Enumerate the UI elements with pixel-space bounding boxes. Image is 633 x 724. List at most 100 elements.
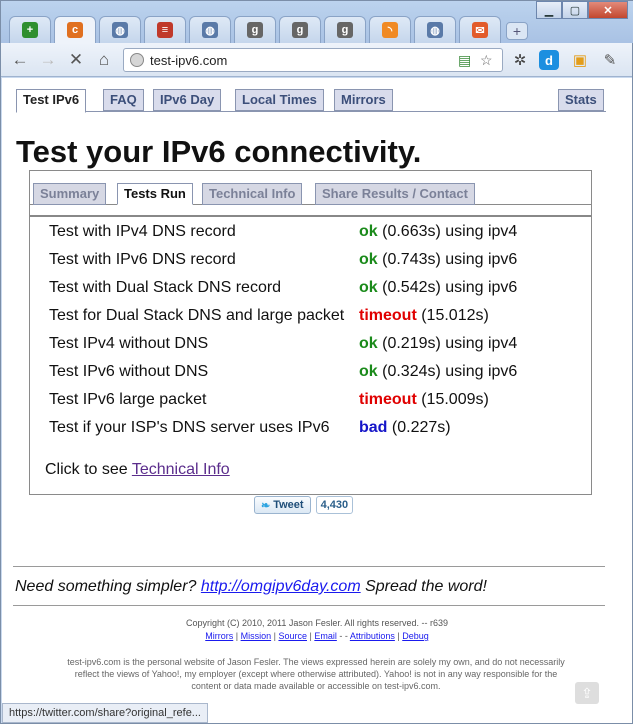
- browser-tab[interactable]: g: [324, 16, 366, 43]
- test-result: ok (0.219s) using ipv4: [359, 335, 517, 353]
- results-panel: Summary Tests Run Technical Info Share R…: [29, 170, 592, 495]
- site-tab-test-ipv6[interactable]: Test IPv6: [16, 89, 87, 113]
- footer-link-mission[interactable]: Mission: [241, 631, 272, 641]
- browser-tab[interactable]: ◍: [414, 16, 456, 43]
- status-badge: ok: [359, 335, 378, 352]
- browser-tab[interactable]: ◍: [99, 16, 141, 43]
- globe-icon: ◍: [112, 22, 128, 38]
- browser-tab[interactable]: ◝: [369, 16, 411, 43]
- tab-share-results[interactable]: Share Results / Contact: [315, 183, 475, 205]
- page-action-icon[interactable]: ▤: [458, 52, 471, 69]
- technical-info-link[interactable]: Technical Info: [132, 461, 230, 478]
- wrench-menu-icon[interactable]: ✎: [599, 49, 621, 71]
- browser-tab[interactable]: g: [234, 16, 276, 43]
- d-extension-icon[interactable]: d: [539, 50, 559, 70]
- status-bar: https://twitter.com/share?original_refe.…: [2, 703, 208, 723]
- site-tab-mirrors[interactable]: Mirrors: [334, 89, 393, 111]
- address-bar[interactable]: test-ipv6.com ▤ ☆: [123, 48, 503, 72]
- technical-info-prompt: Click to see Technical Info: [45, 461, 230, 479]
- browser-toolbar: ← → ✕ ⌂ test-ipv6.com ▤ ☆ ✲ d ▣ ✎: [1, 43, 632, 77]
- test-name: Test IPv6 large packet: [49, 391, 207, 408]
- orange-c-icon: c: [67, 22, 83, 38]
- panel-tabs: Summary Tests Run Technical Info Share R…: [30, 171, 591, 205]
- test-name: Test for Dual Stack DNS and large packet: [49, 307, 345, 324]
- footer-link-mirrors[interactable]: Mirrors: [205, 631, 233, 641]
- divider-bottom: [13, 605, 605, 606]
- tweet-button[interactable]: ❧ Tweet: [254, 496, 311, 514]
- footer-links: Mirrors | Mission | Source | Email - - A…: [205, 631, 429, 641]
- home-icon: ⌂: [98, 50, 110, 69]
- status-badge: timeout: [359, 307, 417, 324]
- click-prefix: Click to see: [45, 461, 132, 478]
- result-detail: (0.663s) using ipv4: [377, 223, 518, 240]
- omgipv6day-link[interactable]: http://omgipv6day.com: [201, 578, 361, 595]
- window-controls: ▁ ▢ ✕: [536, 1, 628, 19]
- browser-tab[interactable]: ✉: [459, 16, 501, 43]
- divider-top: [13, 566, 605, 567]
- bus-extension-icon[interactable]: ▣: [569, 49, 591, 71]
- status-badge: ok: [359, 279, 378, 296]
- test-name: Test with IPv6 DNS record: [49, 251, 236, 268]
- bookmark-star-icon[interactable]: ☆: [480, 52, 493, 69]
- browser-tab[interactable]: g: [279, 16, 321, 43]
- simpler-promo: Need something simpler? http://omgipv6da…: [15, 578, 487, 596]
- twitter-bird-icon: ❧: [261, 499, 271, 512]
- site-tab-local-times[interactable]: Local Times: [235, 89, 324, 111]
- copyright-text: Copyright (C) 2010, 2011 Jason Fesler. A…: [186, 618, 448, 628]
- globe-icon: ◍: [202, 22, 218, 38]
- site-tab-ipv6-day[interactable]: IPv6 Day: [153, 89, 222, 111]
- tab-technical-info[interactable]: Technical Info: [202, 183, 303, 205]
- minimize-button[interactable]: ▁: [536, 1, 562, 19]
- tab-summary[interactable]: Summary: [33, 183, 107, 205]
- test-name: Test IPv4 without DNS: [49, 335, 209, 352]
- result-detail: (0.219s) using ipv4: [377, 335, 518, 352]
- test-result: bad (0.227s): [359, 419, 451, 437]
- test-result: ok (0.324s) using ipv6: [359, 363, 517, 381]
- disclaimer-line-2: reflect the views of Yahoo!, my employer…: [74, 669, 558, 679]
- stop-button[interactable]: ✕: [65, 49, 87, 71]
- back-button[interactable]: ←: [9, 49, 31, 71]
- rss-icon: ◝: [382, 22, 398, 38]
- simpler-suffix: Spread the word!: [360, 578, 487, 595]
- site-tab-stats[interactable]: Stats: [558, 89, 604, 111]
- g-icon: g: [292, 22, 308, 38]
- footer-link-source[interactable]: Source: [278, 631, 307, 641]
- green-plus-icon: +: [22, 22, 38, 38]
- test-name: Test IPv6 without DNS: [49, 363, 209, 380]
- status-badge: ok: [359, 223, 378, 240]
- close-window-button[interactable]: ✕: [588, 1, 628, 19]
- result-detail: (15.012s): [416, 307, 489, 324]
- disclaimer-line-3: content or data made available or access…: [191, 681, 441, 691]
- test-result: ok (0.542s) using ipv6: [359, 279, 517, 297]
- page-viewport[interactable]: Test IPv6 FAQ IPv6 Day Local Times Mirro…: [2, 78, 632, 723]
- new-tab-button[interactable]: +: [506, 22, 528, 40]
- browser-tab[interactable]: +: [9, 16, 51, 43]
- browser-tab[interactable]: c: [54, 16, 96, 43]
- page-globe-icon: [130, 53, 144, 67]
- browser-window: + c ◍ ≡ ◍ g g g ◝ ◍ ✉ + ▁ ▢ ✕ ← → ✕ ⌂ test-ipv6.com…: [0, 0, 633, 724]
- maximize-button[interactable]: ▢: [562, 1, 588, 19]
- site-tab-faq[interactable]: FAQ: [103, 89, 144, 111]
- share-icon[interactable]: ⇪: [575, 682, 599, 704]
- globe-icon: ◍: [427, 22, 443, 38]
- tweet-count[interactable]: 4,430: [315, 496, 354, 514]
- test-name: Test if your ISP's DNS server uses IPv6: [49, 419, 330, 436]
- result-detail: (15.009s): [416, 391, 489, 408]
- footer-link-debug[interactable]: Debug: [402, 631, 429, 641]
- tweet-widget: ❧ Tweet 4,430: [254, 496, 354, 514]
- browser-tabs: + c ◍ ≡ ◍ g g g ◝ ◍ ✉ +: [9, 16, 528, 43]
- page-title: Test your IPv6 connectivity.: [16, 134, 422, 169]
- back-arrow-icon: ←: [11, 50, 29, 69]
- status-badge: ok: [359, 251, 378, 268]
- browser-tab[interactable]: ◍: [189, 16, 231, 43]
- footer-link-email[interactable]: Email: [314, 631, 337, 641]
- footer-link-attributions[interactable]: Attributions: [350, 631, 395, 641]
- browser-tab[interactable]: ≡: [144, 16, 186, 43]
- bug-extension-icon[interactable]: ✲: [509, 49, 531, 71]
- result-detail: (0.743s) using ipv6: [377, 251, 518, 268]
- home-button[interactable]: ⌂: [93, 49, 115, 71]
- tab-tests-run[interactable]: Tests Run: [117, 183, 193, 205]
- status-badge: ok: [359, 363, 378, 380]
- forward-button[interactable]: →: [37, 49, 59, 71]
- us-flag-icon: ≡: [157, 22, 173, 38]
